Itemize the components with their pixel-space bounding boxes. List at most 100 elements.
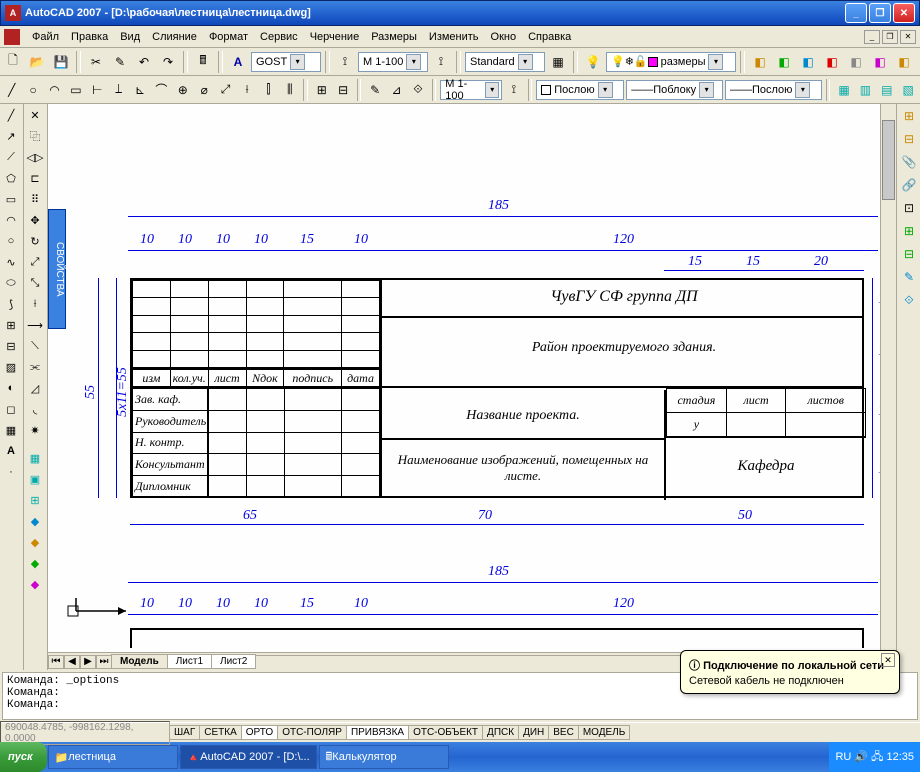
- rotate-icon[interactable]: ↻: [25, 231, 45, 251]
- tab-model[interactable]: Модель: [111, 654, 168, 669]
- calc-icon[interactable]: 🖩: [192, 51, 214, 73]
- menu-file[interactable]: Файл: [26, 29, 65, 45]
- vp1-icon[interactable]: ▦: [834, 79, 853, 101]
- mod2-5-icon[interactable]: ◆: [25, 532, 45, 552]
- dim1-icon[interactable]: ⊢: [88, 79, 107, 101]
- copy-icon[interactable]: ⿻: [25, 126, 45, 146]
- grad-tool-icon[interactable]: ◐: [1, 378, 21, 398]
- lm6-icon[interactable]: ◧: [869, 51, 891, 73]
- annoscale-combo[interactable]: M 1-100▾: [440, 80, 502, 100]
- status-lwt[interactable]: ВЕС: [548, 725, 579, 740]
- match-icon[interactable]: ✎: [109, 51, 131, 73]
- poly-tool-icon[interactable]: ⬠: [1, 168, 21, 188]
- trim-icon[interactable]: ⟊: [25, 294, 45, 314]
- vp2-icon[interactable]: ▥: [856, 79, 875, 101]
- arc-tool-icon[interactable]: ◠: [1, 210, 21, 230]
- r7-icon[interactable]: ⊟: [898, 243, 920, 265]
- circle-tool-icon[interactable]: ○: [1, 231, 21, 251]
- dimupd-icon[interactable]: ⟟: [504, 79, 523, 101]
- minimize-button[interactable]: _: [845, 3, 867, 23]
- dim7-icon[interactable]: ⤢: [216, 79, 235, 101]
- extend-icon[interactable]: ⟶: [25, 315, 45, 335]
- dimstyle-btn[interactable]: ⟟: [430, 51, 452, 73]
- status-model[interactable]: МОДЕЛЬ: [578, 725, 630, 740]
- join-icon[interactable]: ⫘: [25, 357, 45, 377]
- tab-prev[interactable]: ◀: [64, 655, 80, 669]
- menu-help[interactable]: Справка: [522, 29, 577, 45]
- status-otrack[interactable]: ОТС-ОБЪЕКТ: [408, 725, 483, 740]
- open-icon[interactable]: 📂: [26, 51, 48, 73]
- line-icon[interactable]: ╱: [2, 79, 21, 101]
- pline-tool-icon[interactable]: ⟋: [1, 147, 21, 167]
- table-tool-icon[interactable]: ▦: [1, 420, 21, 440]
- circle-icon[interactable]: ○: [23, 79, 42, 101]
- mod2-3-icon[interactable]: ⊞: [25, 490, 45, 510]
- tab-layout2[interactable]: Лист2: [211, 654, 256, 669]
- r3-icon[interactable]: 📎: [898, 151, 920, 173]
- menu-edit[interactable]: Правка: [65, 29, 114, 45]
- mod2-1-icon[interactable]: ▦: [25, 448, 45, 468]
- maximize-button[interactable]: ❐: [869, 3, 891, 23]
- lang-indicator[interactable]: RU: [835, 751, 851, 763]
- spline-tool-icon[interactable]: ∿: [1, 252, 21, 272]
- mod2-7-icon[interactable]: ◆: [25, 574, 45, 594]
- mdi-restore-button[interactable]: ❐: [882, 30, 898, 44]
- lm2-icon[interactable]: ◧: [773, 51, 795, 73]
- cut-icon[interactable]: ✂: [85, 51, 107, 73]
- dim3-icon[interactable]: ⊾: [130, 79, 149, 101]
- dim15-icon[interactable]: ⟐: [408, 79, 427, 101]
- dim12-icon[interactable]: ⊟: [333, 79, 352, 101]
- tab-last[interactable]: ⏭: [96, 655, 112, 669]
- balloon-close-button[interactable]: ✕: [881, 653, 895, 667]
- ellarc-tool-icon[interactable]: ⟆: [1, 294, 21, 314]
- menu-format[interactable]: Формат: [203, 29, 254, 45]
- lm4-icon[interactable]: ◧: [821, 51, 843, 73]
- dim4-icon[interactable]: ⌒: [152, 79, 171, 101]
- mdi-close-button[interactable]: ✕: [900, 30, 916, 44]
- menu-draw[interactable]: Черчение: [304, 29, 366, 45]
- start-button[interactable]: пуск: [0, 742, 47, 772]
- lm1-icon[interactable]: ◧: [749, 51, 771, 73]
- status-grid[interactable]: СЕТКА: [199, 725, 242, 740]
- xline-tool-icon[interactable]: ↗: [1, 126, 21, 146]
- arc-icon[interactable]: ◠: [45, 79, 64, 101]
- chamfer-icon[interactable]: ◿: [25, 378, 45, 398]
- break-icon[interactable]: ⟍: [25, 336, 45, 356]
- rect-icon[interactable]: ▭: [66, 79, 85, 101]
- close-button[interactable]: ✕: [893, 3, 915, 23]
- offset-icon[interactable]: ⊏: [25, 168, 45, 188]
- tab-layout1[interactable]: Лист1: [167, 654, 212, 669]
- new-icon[interactable]: 🗋: [2, 51, 24, 73]
- r6-icon[interactable]: ⊞: [898, 220, 920, 242]
- linetype-combo[interactable]: —— Поблоку▾: [626, 80, 723, 100]
- lm3-icon[interactable]: ◧: [797, 51, 819, 73]
- drawing-canvas[interactable]: 185 10 10 10 10 15 10 120: [48, 104, 896, 670]
- menu-service[interactable]: Сервис: [254, 29, 304, 45]
- mod2-4-icon[interactable]: ◆: [25, 511, 45, 531]
- r5-icon[interactable]: ⊡: [898, 197, 920, 219]
- line-tool-icon[interactable]: ╱: [1, 105, 21, 125]
- erase-icon[interactable]: ✕: [25, 105, 45, 125]
- lm5-icon[interactable]: ◧: [845, 51, 867, 73]
- dim9-icon[interactable]: ⫿: [259, 79, 278, 101]
- dimstyle-icon[interactable]: ⟟: [334, 51, 356, 73]
- status-polar[interactable]: ОТС-ПОЛЯР: [277, 725, 347, 740]
- menu-view[interactable]: Вид: [114, 29, 146, 45]
- status-osnap[interactable]: ПРИВЯЗКА: [346, 725, 409, 740]
- properties-panel-tab[interactable]: СВОЙСТВА: [48, 209, 66, 329]
- menu-merge[interactable]: Слияние: [146, 29, 203, 45]
- status-ortho[interactable]: ОРТО: [241, 725, 278, 740]
- undo-icon[interactable]: ↶: [133, 51, 155, 73]
- tablestyle-combo[interactable]: Standard▾: [465, 52, 545, 72]
- menu-dims[interactable]: Размеры: [365, 29, 423, 45]
- region-tool-icon[interactable]: ◻: [1, 399, 21, 419]
- dim6-icon[interactable]: ⌀: [195, 79, 214, 101]
- dim2-icon[interactable]: ⟘: [109, 79, 128, 101]
- status-ducs[interactable]: ДПСК: [482, 725, 519, 740]
- scale-icon[interactable]: ⤢: [25, 252, 45, 272]
- dim13-icon[interactable]: ✎: [365, 79, 384, 101]
- array-icon[interactable]: ⠿: [25, 189, 45, 209]
- stretch-icon[interactable]: ⤡: [25, 273, 45, 293]
- dim14-icon[interactable]: ⊿: [387, 79, 406, 101]
- status-dyn[interactable]: ДИН: [518, 725, 549, 740]
